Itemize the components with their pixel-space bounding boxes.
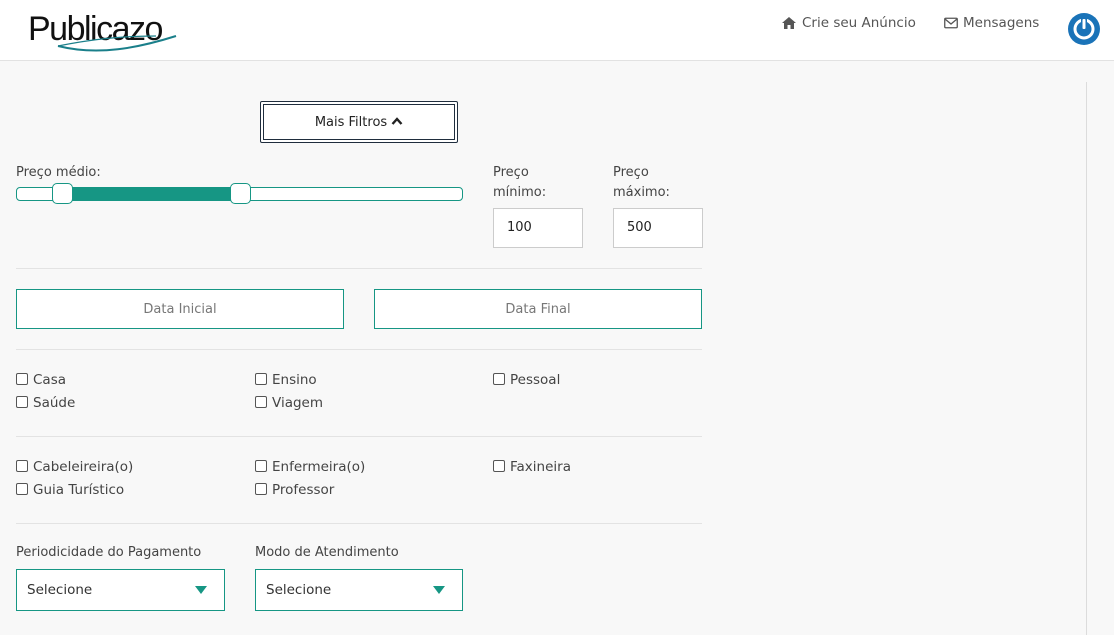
start-date-input[interactable]: Data Inicial (16, 289, 344, 329)
max-price-label: Preço máximo: (613, 165, 670, 200)
category-checkbox-casa[interactable]: Casa (16, 372, 66, 388)
category-checkbox-viagem[interactable]: Viagem (255, 395, 323, 411)
envelope-icon (944, 17, 958, 29)
caret-down-icon (433, 586, 445, 594)
messages-label: Mensagens (963, 15, 1040, 31)
create-ad-link[interactable]: Crie seu Anúncio (781, 15, 916, 31)
profession-checkbox-faxineira[interactable]: Faxineira (493, 459, 571, 475)
create-ad-label: Crie seu Anúncio (802, 15, 916, 31)
category-checkbox-pessoal[interactable]: Pessoal (493, 372, 560, 388)
checkbox[interactable] (16, 372, 28, 385)
profession-checkbox-cabeleireira[interactable]: Cabeleireira(o) (16, 459, 133, 475)
divider (16, 436, 702, 437)
category-checkbox-saude[interactable]: Saúde (16, 395, 75, 411)
min-price-label: Preço mínimo: (493, 165, 547, 200)
slider-min-handle[interactable] (52, 183, 73, 204)
checkbox[interactable] (16, 459, 28, 472)
divider (16, 268, 702, 269)
payment-frequency-label: Periodicidade do Pagamento (16, 545, 202, 560)
checkbox[interactable] (255, 395, 267, 408)
category-checkbox-ensino[interactable]: Ensino (255, 372, 317, 388)
service-mode-value: Selecione (266, 582, 332, 598)
checkbox[interactable] (493, 459, 505, 472)
payment-frequency-value: Selecione (27, 582, 93, 598)
top-navbar: Publicazo Crie seu Anúncio Mensagens (0, 0, 1114, 61)
checkbox[interactable] (255, 459, 267, 472)
slider-range-fill (62, 188, 240, 200)
profession-checkbox-enfermeira[interactable]: Enfermeira(o) (255, 459, 365, 475)
end-date-input[interactable]: Data Final (374, 289, 702, 329)
avg-price-label: Preço médio: (16, 165, 101, 180)
service-mode-select[interactable]: Selecione (255, 569, 463, 611)
checkbox[interactable] (493, 372, 505, 385)
checkbox[interactable] (16, 395, 28, 408)
home-icon (781, 16, 797, 30)
checkbox[interactable] (16, 482, 28, 495)
checkbox[interactable] (255, 482, 267, 495)
checkbox[interactable] (255, 372, 267, 385)
service-mode-label: Modo de Atendimento (255, 545, 399, 560)
slider-max-handle[interactable] (230, 183, 251, 204)
min-price-input[interactable]: 100 (493, 208, 583, 248)
max-price-input[interactable]: 500 (613, 208, 703, 248)
more-filters-button[interactable]: Mais Filtros (260, 101, 458, 143)
caret-down-icon (195, 586, 207, 594)
messages-link[interactable]: Mensagens (944, 15, 1039, 31)
power-icon (1073, 17, 1095, 40)
chevron-up-icon (391, 115, 403, 130)
profession-checkbox-professor[interactable]: Professor (255, 482, 334, 498)
divider (16, 523, 702, 524)
power-button[interactable] (1068, 13, 1100, 45)
payment-frequency-select[interactable]: Selecione (16, 569, 225, 611)
more-filters-label: Mais Filtros (314, 114, 388, 130)
publicazo-logo[interactable]: Publicazo (28, 6, 178, 54)
price-range-slider[interactable] (16, 183, 463, 204)
profession-checkbox-guia-turistico[interactable]: Guia Turístico (16, 482, 124, 498)
divider (16, 349, 702, 350)
content-divider (1086, 82, 1087, 635)
